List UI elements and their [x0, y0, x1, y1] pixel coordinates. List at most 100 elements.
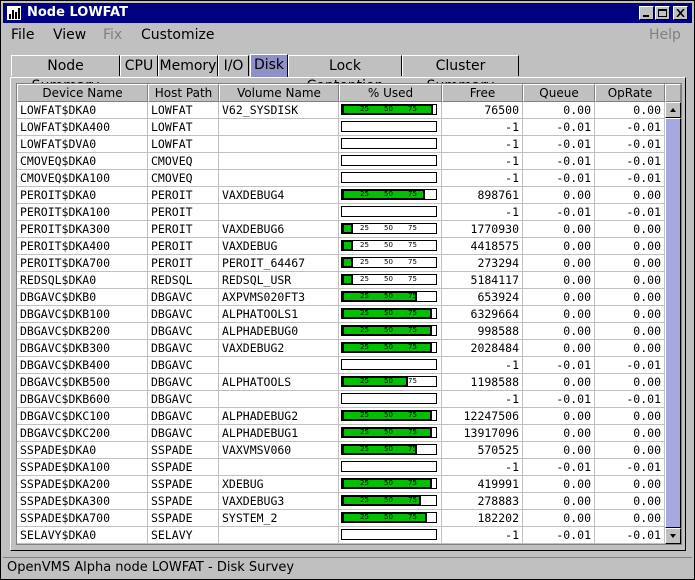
column-header-device[interactable]: Device Name — [17, 84, 148, 102]
maximize-button[interactable] — [655, 6, 670, 20]
usage-bar-tick-label: 75 — [408, 411, 417, 419]
table-row[interactable]: PEROIT$DKA700 PEROIT PEROIT_64467 25 50 75 273… — [17, 255, 665, 272]
table-row[interactable]: REDSQL$DKA0 REDSQL REDSQL_USR 25 50 75 5184117… — [17, 272, 665, 289]
percent-used-cell: 25 50 75 — [339, 187, 442, 204]
table-row[interactable]: SSPADE$DKA100 SSPADE -1 -0.01 -0.01 — [17, 459, 665, 476]
table-row[interactable]: PEROIT$DKA400 PEROIT VAXDEBUG 25 50 75 4418575… — [17, 238, 665, 255]
usage-bar-tick-label: 25 — [360, 496, 369, 504]
oprate-cell: -0.01 — [595, 153, 665, 170]
close-button[interactable] — [673, 6, 688, 20]
column-header-used[interactable]: % Used — [339, 84, 442, 102]
table-row[interactable]: PEROIT$DKA0 PEROIT VAXDEBUG4 25 50 75 898761 0.… — [17, 187, 665, 204]
device-name-cell: DBGAVC$DKB100 — [17, 306, 148, 323]
queue-cell: 0.00 — [523, 510, 595, 527]
host-path-cell: LOWFAT — [148, 102, 219, 119]
table-row[interactable]: DBGAVC$DKB600 DBGAVC -1 -0.01 -0.01 — [17, 391, 665, 408]
usage-bar-tick-label: 25 — [360, 241, 369, 249]
table-row[interactable]: LOWFAT$DVA0 LOWFAT -1 -0.01 -0.01 — [17, 136, 665, 153]
maximize-icon — [658, 9, 667, 17]
host-path-cell: SSPADE — [148, 459, 219, 476]
volume-name-cell — [219, 459, 339, 476]
host-path-cell: LOWFAT — [148, 136, 219, 153]
usage-bar-green — [344, 225, 351, 232]
usage-bar-green — [344, 378, 406, 385]
usage-bar — [341, 529, 437, 540]
oprate-cell: 0.00 — [595, 221, 665, 238]
column-header-oprate[interactable]: OpRate — [595, 84, 665, 102]
host-path-cell: PEROIT — [148, 238, 219, 255]
device-name-cell: DBGAVC$DKC100 — [17, 408, 148, 425]
table-row[interactable]: SELAVY$DKA0 SELAVY -1 -0.01 -0.01 — [17, 527, 665, 544]
close-icon — [676, 9, 685, 17]
usage-bar-tick-label: 25 — [360, 479, 369, 487]
vertical-scrollbar[interactable] — [665, 102, 681, 544]
minimize-button[interactable] — [639, 6, 654, 20]
tab-lock-contention[interactable]: Lock Contention — [288, 55, 402, 94]
table-row[interactable]: SSPADE$DKA700 SSPADE SYSTEM_2 25 50 75 182202 0… — [17, 510, 665, 527]
host-path-cell: REDSQL — [148, 272, 219, 289]
device-name-cell: PEROIT$DKA0 — [17, 187, 148, 204]
usage-bar — [341, 206, 437, 217]
tab-disk[interactable]: Disk — [250, 54, 288, 77]
usage-bar-tick-label: 25 — [360, 377, 369, 385]
oprate-cell: -0.01 — [595, 357, 665, 374]
column-header-free[interactable]: Free — [442, 84, 523, 102]
menu-file[interactable]: File — [11, 27, 34, 43]
scroll-up-button[interactable] — [665, 102, 681, 118]
usage-bar-tick-label: 50 — [384, 292, 393, 300]
column-header-host[interactable]: Host Path — [148, 84, 219, 102]
free-cell: 4418575 — [442, 238, 523, 255]
table-row[interactable]: DBGAVC$DKB200 DBGAVC ALPHADEBUG0 25 50 75 9985… — [17, 323, 665, 340]
menu-help[interactable]: Help — [649, 27, 681, 43]
free-cell: -1 — [442, 153, 523, 170]
table-row[interactable]: PEROIT$DKA300 PEROIT VAXDEBUG6 25 50 75 177093… — [17, 221, 665, 238]
usage-bar-green — [344, 293, 415, 300]
free-cell: 570525 — [442, 442, 523, 459]
oprate-cell: 0.00 — [595, 442, 665, 459]
table-row[interactable]: LOWFAT$DKA0 LOWFAT V62_SYSDISK 25 50 75 76500 0… — [17, 102, 665, 119]
usage-bar-tick-label: 25 — [360, 513, 369, 521]
scroll-down-button[interactable] — [665, 528, 681, 544]
table-row[interactable]: DBGAVC$DKB0 DBGAVC AXPVMS020FT3 25 50 75 65392… — [17, 289, 665, 306]
usage-bar-tick-label: 25 — [360, 275, 369, 283]
table-row[interactable]: CMOVEQ$DKA100 CMOVEQ -1 -0.01 -0.01 — [17, 170, 665, 187]
table-row[interactable]: DBGAVC$DKB400 DBGAVC -1 -0.01 -0.01 — [17, 357, 665, 374]
tab-memory[interactable]: Memory — [158, 55, 218, 76]
column-header-volume[interactable]: Volume Name — [219, 84, 339, 102]
menu-view[interactable]: View — [53, 27, 86, 43]
scroll-thumb[interactable] — [665, 118, 681, 528]
usage-bar — [341, 172, 437, 183]
usage-bar-green — [344, 242, 351, 249]
device-name-cell: CMOVEQ$DKA100 — [17, 170, 148, 187]
usage-bar: 25 50 75 — [341, 308, 437, 319]
menu-customize[interactable]: Customize — [141, 27, 215, 43]
usage-bar-tick-label: 25 — [360, 411, 369, 419]
percent-used-cell — [339, 136, 442, 153]
tab-cpu[interactable]: CPU — [120, 55, 158, 76]
free-cell: 998588 — [442, 323, 523, 340]
table-row[interactable]: SSPADE$DKA200 SSPADE XDEBUG 25 50 75 419991 0.0… — [17, 476, 665, 493]
table-row[interactable]: DBGAVC$DKC100 DBGAVC ALPHADEBUG2 25 50 75 1224… — [17, 408, 665, 425]
table-row[interactable]: DBGAVC$DKB100 DBGAVC ALPHATOOLS1 25 50 75 6329… — [17, 306, 665, 323]
table-row[interactable]: DBGAVC$DKC200 DBGAVC ALPHADEBUG1 25 50 75 1391… — [17, 425, 665, 442]
usage-bar: 25 50 75 — [341, 325, 437, 336]
table-row[interactable]: PEROIT$DKA100 PEROIT -1 -0.01 -0.01 — [17, 204, 665, 221]
tab-node-summary[interactable]: Node Summary — [11, 55, 120, 94]
menu-fix[interactable]: Fix — [103, 27, 122, 43]
table-row[interactable]: SSPADE$DKA0 SSPADE VAXVMSV060 25 50 75 570525 0… — [17, 442, 665, 459]
table-row[interactable]: LOWFAT$DKA400 LOWFAT -1 -0.01 -0.01 — [17, 119, 665, 136]
title-bar[interactable]: Node LOWFAT — [3, 3, 692, 23]
table-row[interactable]: DBGAVC$DKB500 DBGAVC ALPHATOOLS 25 50 75 11985… — [17, 374, 665, 391]
tab-io[interactable]: I/O — [218, 55, 249, 76]
tab-cluster-summary[interactable]: Cluster Summary — [402, 55, 519, 94]
table-row[interactable]: DBGAVC$DKB300 DBGAVC VAXDEBUG2 25 50 75 202848… — [17, 340, 665, 357]
oprate-cell: 0.00 — [595, 289, 665, 306]
table-row[interactable]: CMOVEQ$DKA0 CMOVEQ -1 -0.01 -0.01 — [17, 153, 665, 170]
column-header-queue[interactable]: Queue — [523, 84, 595, 102]
volume-name-cell: ALPHATOOLS1 — [219, 306, 339, 323]
free-cell: -1 — [442, 170, 523, 187]
table-row[interactable]: SSPADE$DKA300 SSPADE VAXDEBUG3 25 50 75 278883… — [17, 493, 665, 510]
device-name-cell: DBGAVC$DKB500 — [17, 374, 148, 391]
host-path-cell: LOWFAT — [148, 119, 219, 136]
device-name-cell: DBGAVC$DKB200 — [17, 323, 148, 340]
